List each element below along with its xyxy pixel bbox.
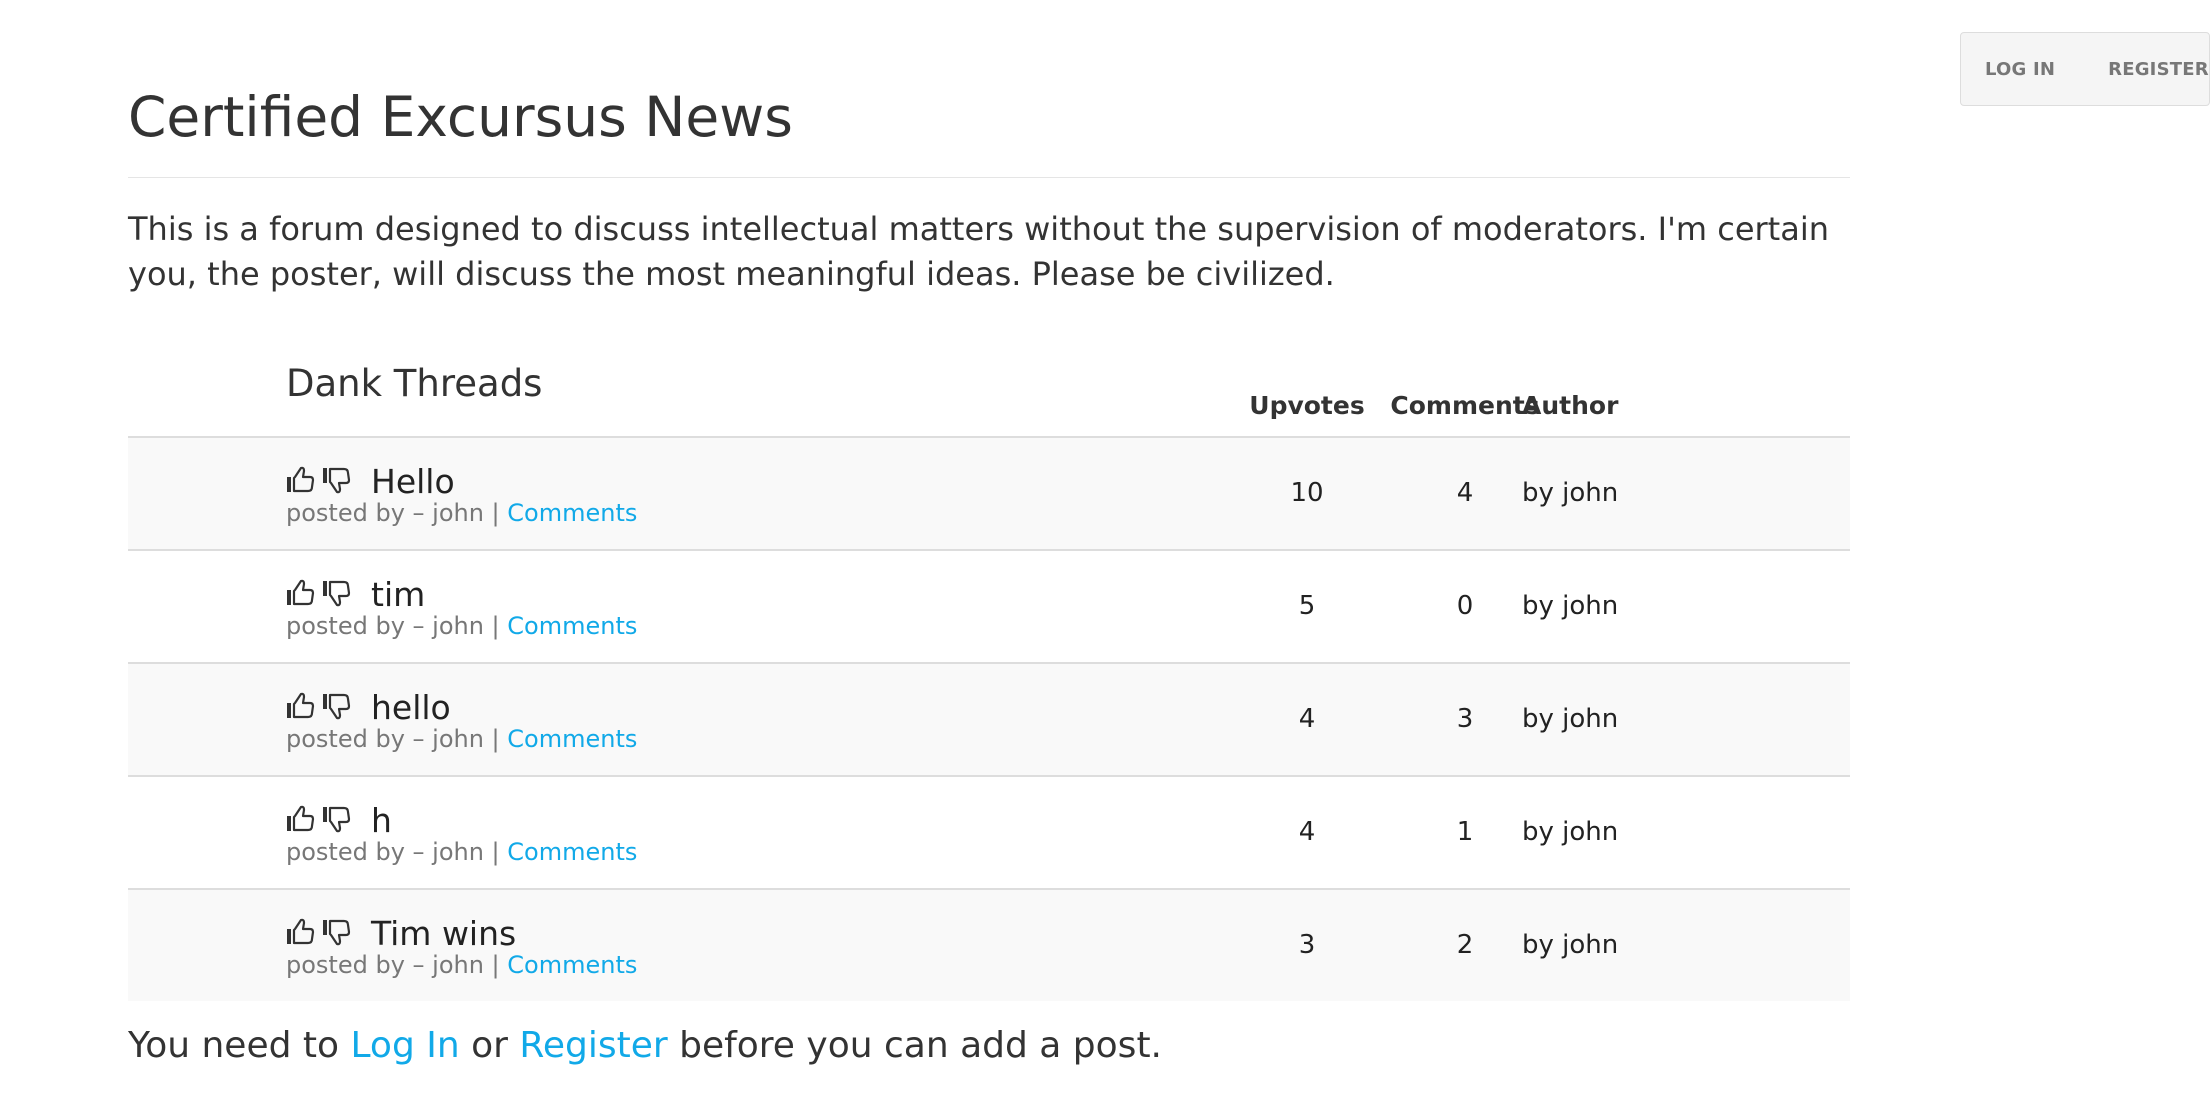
table-row: hello posted by – john | Comments 4 3 by… — [128, 664, 1850, 777]
login-button[interactable]: LOG IN — [1985, 59, 2055, 80]
upvotes-value: 10 — [1290, 478, 1324, 508]
post-title[interactable]: hello — [371, 688, 451, 728]
page-title: Certified Excursus News — [128, 85, 793, 149]
login-prompt-prefix: You need to — [128, 1025, 340, 1066]
post-title[interactable]: h — [371, 801, 392, 841]
login-prompt: You need to Log In or Register before yo… — [128, 1024, 1162, 1068]
post-meta: posted by – john | Comments — [286, 837, 637, 867]
login-prompt-middle: or — [471, 1025, 508, 1066]
post-meta: posted by – john | Comments — [286, 498, 637, 528]
footer-register-link[interactable]: Register — [519, 1025, 667, 1066]
title-divider — [128, 177, 1850, 178]
comments-link[interactable]: Comments — [507, 725, 637, 753]
thumb-down-icon[interactable] — [322, 918, 352, 946]
thumb-up-icon[interactable] — [286, 579, 316, 607]
comments-link[interactable]: Comments — [507, 499, 637, 527]
upvotes-value: 4 — [1298, 704, 1316, 734]
comments-link[interactable]: Comments — [507, 612, 637, 640]
table-row: Hello posted by – john | Comments 10 4 b… — [128, 438, 1850, 551]
thumb-down-icon[interactable] — [322, 579, 352, 607]
post-meta-text: posted by – john | — [286, 499, 500, 527]
vote-controls — [286, 918, 356, 948]
column-header-upvotes: Upvotes — [1249, 391, 1365, 420]
post-title[interactable]: tim — [371, 575, 425, 615]
upvotes-value: 4 — [1298, 817, 1316, 847]
column-header-author: Author — [1522, 391, 1619, 420]
vote-controls — [286, 805, 356, 835]
thumb-down-icon[interactable] — [322, 805, 352, 833]
table-row: h posted by – john | Comments 4 1 by joh… — [128, 777, 1850, 890]
table-row: Tim wins posted by – john | Comments 3 2… — [128, 890, 1850, 1001]
vote-controls — [286, 692, 356, 722]
vote-controls — [286, 579, 356, 609]
post-meta-text: posted by – john | — [286, 951, 500, 979]
intro-text: This is a forum designed to discuss inte… — [128, 210, 1829, 293]
threads-table: Hello posted by – john | Comments 10 4 b… — [128, 438, 1850, 1001]
comments-link[interactable]: Comments — [507, 951, 637, 979]
post-title[interactable]: Tim wins — [371, 914, 516, 954]
table-row: tim posted by – john | Comments 5 0 by j… — [128, 551, 1850, 664]
post-meta-text: posted by – john | — [286, 838, 500, 866]
thumb-up-icon[interactable] — [286, 805, 316, 833]
post-title[interactable]: Hello — [371, 462, 455, 502]
thumb-down-icon[interactable] — [322, 466, 352, 494]
author-value: by john — [1522, 817, 1619, 847]
author-value: by john — [1522, 478, 1619, 508]
author-value: by john — [1522, 704, 1619, 734]
author-value: by john — [1522, 591, 1619, 621]
login-prompt-suffix: before you can add a post. — [679, 1025, 1162, 1066]
author-value: by john — [1522, 930, 1619, 960]
auth-nav: LOG IN REGISTER — [1960, 32, 2210, 106]
thumb-up-icon[interactable] — [286, 918, 316, 946]
comments-link[interactable]: Comments — [507, 838, 637, 866]
thumb-up-icon[interactable] — [286, 466, 316, 494]
upvotes-value: 3 — [1298, 930, 1316, 960]
post-meta: posted by – john | Comments — [286, 724, 637, 754]
post-meta-text: posted by – john | — [286, 725, 500, 753]
thumb-up-icon[interactable] — [286, 692, 316, 720]
vote-controls — [286, 466, 356, 496]
page: LOG IN REGISTER Certified Excursus News … — [0, 0, 2212, 1108]
threads-heading: Dank Threads — [286, 362, 543, 405]
post-meta: posted by – john | Comments — [286, 611, 637, 641]
post-meta: posted by – john | Comments — [286, 950, 637, 980]
thumb-down-icon[interactable] — [322, 692, 352, 720]
register-button[interactable]: REGISTER — [2108, 59, 2209, 80]
footer-login-link[interactable]: Log In — [351, 1025, 460, 1066]
post-meta-text: posted by – john | — [286, 612, 500, 640]
upvotes-value: 5 — [1298, 591, 1316, 621]
